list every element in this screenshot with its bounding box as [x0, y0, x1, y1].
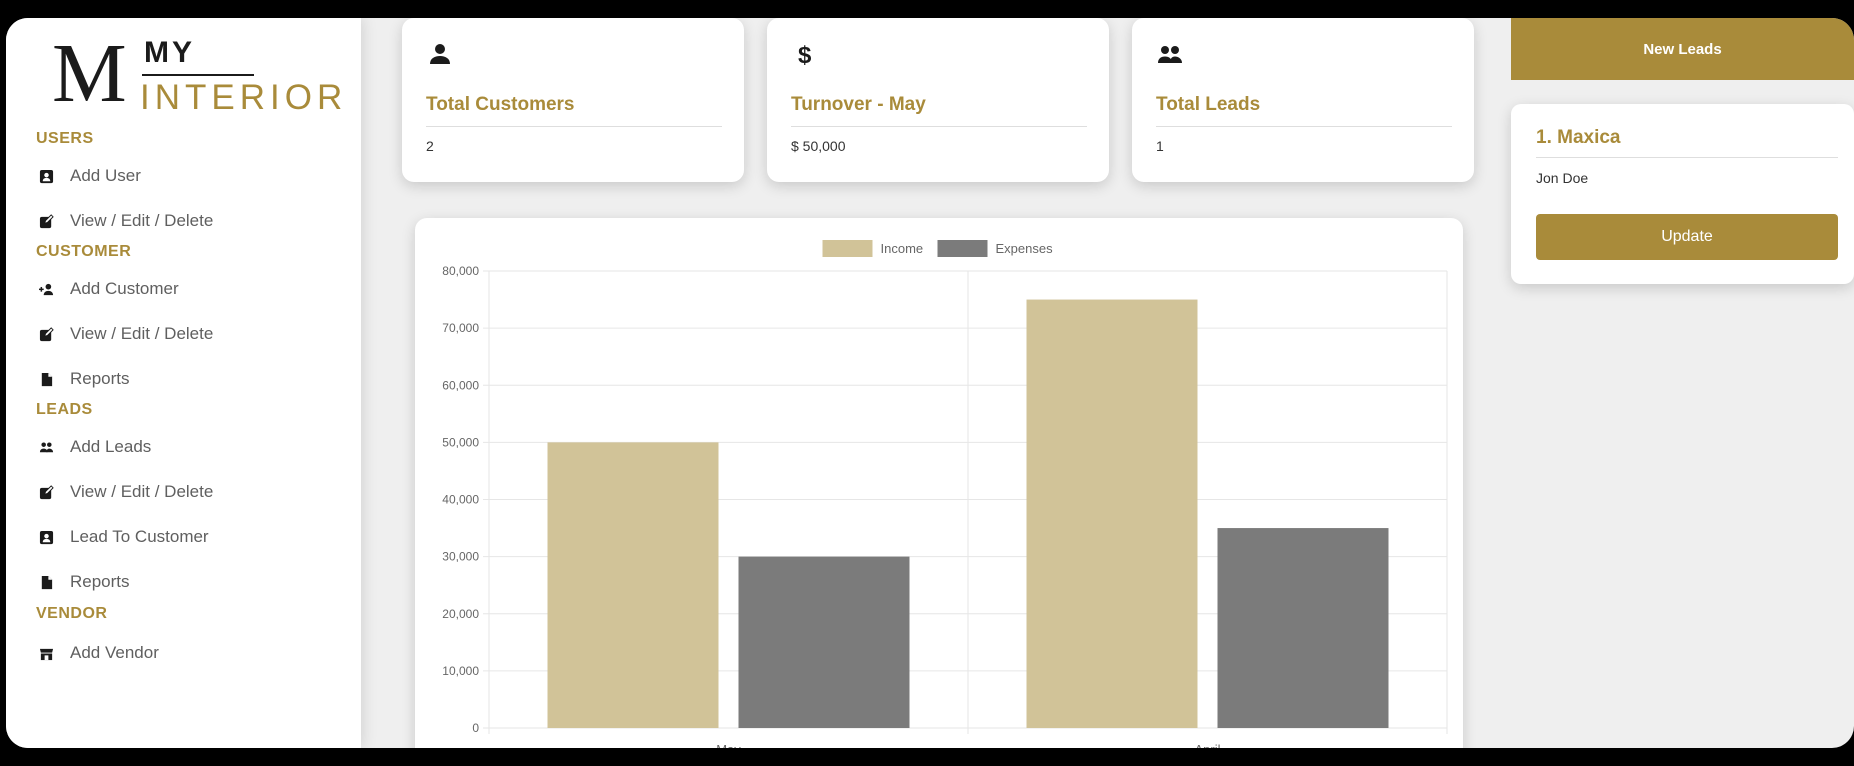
new-leads-header: New Leads: [1511, 18, 1854, 80]
legend-label: Expenses: [996, 241, 1054, 256]
sidebar: M MY INTERIOR USERS Add User View / Edit…: [6, 18, 361, 748]
logo-interior: INTERIOR: [140, 78, 348, 117]
chart-card: 0 10,000 20,000 30,000 40,000 50,000 60,000 70,…: [415, 218, 1463, 748]
sidebar-item-add-customer[interactable]: Add Customer: [38, 276, 179, 302]
sidebar-item-add-vendor[interactable]: Add Vendor: [38, 640, 159, 666]
users-icon: [38, 439, 54, 455]
logo-my: MY: [144, 36, 195, 69]
update-button[interactable]: Update: [1536, 214, 1838, 260]
lead-title: 1. Maxica: [1536, 127, 1621, 148]
bar-income-april: [1026, 299, 1198, 728]
app-window: M MY INTERIOR USERS Add User View / Edit…: [6, 18, 1854, 748]
stat-title: Total Customers: [426, 94, 575, 115]
lead-card: 1. Maxica Jon Doe Update: [1511, 104, 1854, 284]
x-tick-label: April: [1194, 742, 1220, 748]
sidebar-item-customer-view-edit-delete[interactable]: View / Edit / Delete: [38, 321, 213, 347]
store-icon: [38, 645, 54, 661]
y-tick-label: 40,000: [442, 493, 479, 507]
stat-value: 2: [426, 138, 434, 154]
sidebar-item-add-leads[interactable]: Add Leads: [38, 434, 151, 460]
section-title-leads: LEADS: [36, 401, 93, 418]
bar-income-may: [547, 442, 719, 728]
sidebar-item-add-user[interactable]: Add User: [38, 163, 141, 189]
file-icon: [38, 574, 54, 590]
sidebar-item-users-view-edit-delete[interactable]: View / Edit / Delete: [38, 208, 213, 234]
sidebar-item-leads-view-edit-delete[interactable]: View / Edit / Delete: [38, 479, 213, 505]
stat-value: $ 50,000: [791, 138, 846, 154]
divider: [1156, 126, 1452, 127]
stat-title: Total Leads: [1156, 94, 1261, 115]
y-tick-label: 20,000: [442, 607, 479, 621]
lead-person: Jon Doe: [1536, 170, 1589, 186]
stat-card-total-leads: Total Leads 1: [1132, 18, 1474, 182]
section-title-customer: CUSTOMER: [36, 243, 132, 260]
stat-card-turnover: $ Turnover - May $ 50,000: [767, 18, 1109, 182]
user-plus-icon: [38, 281, 54, 297]
y-tick-label: 60,000: [442, 378, 479, 392]
sidebar-item-label: Reports: [70, 369, 130, 388]
edit-icon: [38, 213, 54, 229]
legend-swatch-income: [822, 240, 873, 257]
logo-rule: [142, 74, 254, 76]
bar-expenses-may: [738, 556, 910, 728]
svg-text:$: $: [798, 42, 812, 68]
edit-icon: [38, 326, 54, 342]
sidebar-item-label: Reports: [70, 572, 130, 591]
sidebar-item-customer-reports[interactable]: Reports: [38, 366, 130, 392]
users-icon: [1156, 40, 1184, 68]
bar-expenses-april: [1217, 528, 1389, 728]
stat-title: Turnover - May: [791, 94, 926, 115]
divider: [1536, 157, 1838, 158]
divider: [426, 126, 722, 127]
sidebar-item-label: Add Vendor: [70, 643, 159, 662]
sidebar-item-label: View / Edit / Delete: [70, 211, 214, 230]
income-expenses-chart: 0 10,000 20,000 30,000 40,000 50,000 60,000 70,…: [442, 240, 1448, 748]
sidebar-item-label: View / Edit / Delete: [70, 482, 214, 501]
x-tick-label: May: [716, 742, 741, 748]
stat-card-total-customers: Total Customers 2: [402, 18, 744, 182]
section-title-users: USERS: [36, 130, 94, 147]
brand-logo[interactable]: M MY INTERIOR: [52, 32, 342, 118]
sidebar-item-label: Add Customer: [70, 279, 179, 298]
sidebar-item-label: Add Leads: [70, 437, 152, 456]
y-tick-label: 70,000: [442, 321, 479, 335]
user-card-icon: [38, 529, 54, 545]
stat-value: 1: [1156, 138, 1164, 154]
section-title-vendor: VENDOR: [36, 605, 108, 622]
legend-label: Income: [881, 241, 924, 256]
y-tick-label: 50,000: [442, 435, 479, 449]
logo-m: M: [52, 27, 127, 120]
sidebar-item-label: Lead To Customer: [70, 527, 209, 546]
y-tick-label: 0: [472, 721, 479, 735]
divider: [791, 126, 1087, 127]
dollar-icon: $: [791, 40, 819, 69]
sidebar-item-leads-reports[interactable]: Reports: [38, 569, 130, 595]
file-icon: [38, 371, 54, 387]
user-icon: [426, 40, 454, 68]
legend-swatch-expenses: [937, 240, 988, 257]
y-tick-label: 30,000: [442, 550, 479, 564]
sidebar-item-lead-to-customer[interactable]: Lead To Customer: [38, 524, 209, 550]
sidebar-item-label: Add User: [70, 166, 141, 185]
user-card-icon: [38, 168, 54, 184]
sidebar-item-label: View / Edit / Delete: [70, 324, 214, 343]
y-tick-label: 80,000: [442, 264, 479, 278]
y-tick-label: 10,000: [442, 664, 479, 678]
edit-icon: [38, 484, 54, 500]
